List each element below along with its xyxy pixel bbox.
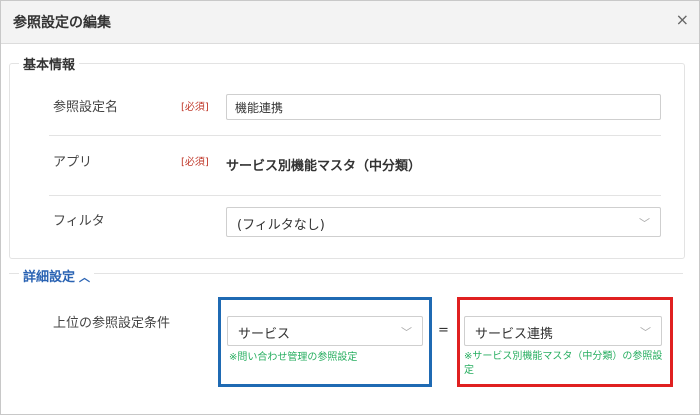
left-field-select-value: サービス bbox=[238, 327, 291, 342]
row-divider bbox=[49, 195, 661, 196]
chevron-down-icon: ﹀ bbox=[640, 326, 651, 339]
right-field-select-value: サービス連携 bbox=[475, 327, 554, 342]
edit-reference-dialog: 参照設定の編集 × 基本情報 参照設定名 [必須] 機能連携 アプリ [必須] … bbox=[0, 0, 700, 415]
row-divider bbox=[49, 135, 661, 136]
parent-condition-label: 上位の参照設定条件 bbox=[53, 316, 171, 331]
reference-name-label: 参照設定名 bbox=[53, 100, 119, 115]
chevron-down-icon: ﹀ bbox=[639, 217, 650, 230]
left-field-note: ※問い合わせ管理の参照設定 bbox=[229, 352, 358, 363]
filter-select[interactable]: (フィルタなし) ﹀ bbox=[226, 207, 661, 237]
dialog-header: 参照設定の編集 × bbox=[1, 1, 699, 44]
equals-sign: = bbox=[438, 323, 449, 338]
filter-select-value: (フィルタなし) bbox=[237, 218, 325, 233]
basic-info-legend: 基本情報 bbox=[19, 54, 80, 73]
app-label: アプリ bbox=[53, 155, 93, 170]
app-value: サービス別機能マスタ（中分類） bbox=[226, 159, 422, 174]
right-field-select[interactable]: サービス連携 ﹀ bbox=[464, 316, 662, 346]
detail-settings-toggle[interactable]: 詳細設定 ︿ bbox=[19, 266, 95, 285]
detail-section-divider bbox=[9, 273, 683, 274]
reference-name-input[interactable]: 機能連携 bbox=[226, 94, 661, 120]
dialog-title: 参照設定の編集 bbox=[13, 15, 111, 31]
required-badge: [必須] bbox=[181, 102, 209, 113]
chevron-up-icon: ︿ bbox=[79, 271, 91, 284]
required-badge: [必須] bbox=[181, 157, 209, 168]
close-icon[interactable]: × bbox=[676, 10, 689, 29]
left-field-select[interactable]: サービス ﹀ bbox=[227, 316, 423, 346]
detail-settings-legend: 詳細設定 bbox=[23, 270, 76, 285]
chevron-down-icon: ﹀ bbox=[401, 326, 412, 339]
right-field-note: ※サービス別機能マスタ（中分類）の参照設定 bbox=[464, 351, 663, 376]
filter-label: フィルタ bbox=[53, 214, 105, 229]
